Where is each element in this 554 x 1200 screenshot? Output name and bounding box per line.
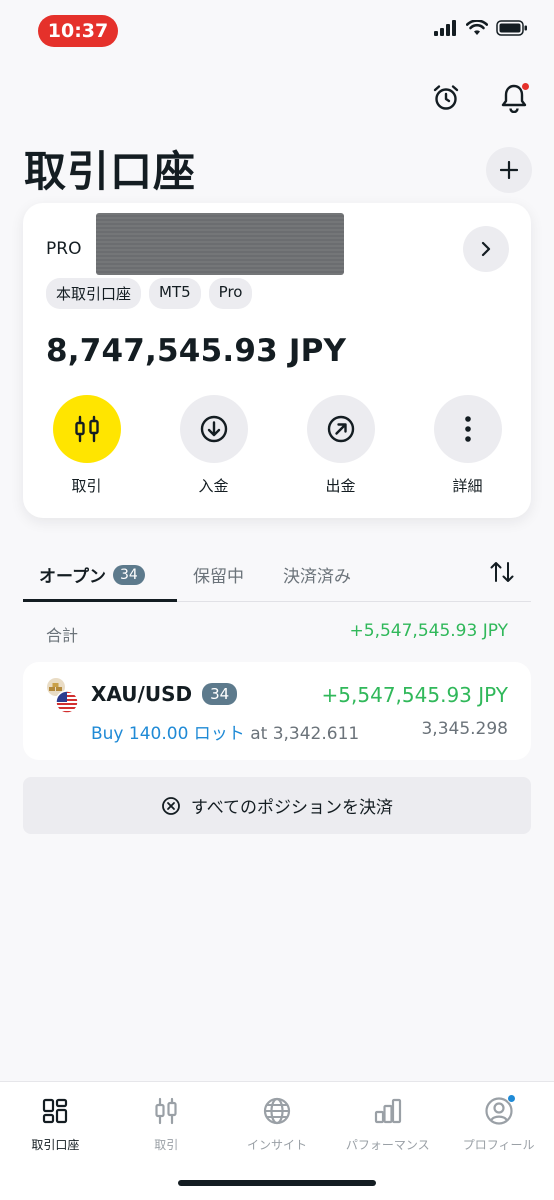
candlestick-icon [74,415,99,443]
nav-trade-label: 取引 [154,1138,179,1152]
us-flag-icon [55,690,79,714]
position-open-price: 3,342.611 [272,724,360,744]
trade-label: 取引 [71,477,102,495]
notifications-button[interactable] [494,78,534,118]
sort-arrows-icon [490,562,514,582]
close-all-positions-button[interactable]: すべてのポジションを決済 [23,777,531,834]
tab-closed-label: 決済済み [283,567,351,587]
nav-accounts-label: 取引口座 [31,1138,80,1152]
account-actions: 取引 入金 出金 詳細 [23,395,531,496]
arrow-down-circle-icon [200,415,227,443]
account-tag: Pro [208,278,253,309]
candlestick-icon [155,1097,177,1125]
alarm-button[interactable] [426,78,466,118]
nav-items: 取引口座 取引 インサイト パフォーマンス プロフィール [0,1094,554,1153]
account-tags: 本取引口座 MT5 Pro [46,278,253,309]
home-indicator [178,1180,376,1186]
withdraw-button[interactable]: 出金 [277,395,404,496]
details-button[interactable]: 詳細 [404,395,531,496]
plus-icon [500,161,518,179]
details-circle [433,395,502,463]
globe-icon [263,1097,291,1125]
nav-trade[interactable]: 取引 [111,1094,222,1153]
position-symbol-group: XAU/USD 34 [91,682,238,706]
nav-profile-icon-wrap [484,1094,516,1128]
nav-profile[interactable]: プロフィール [443,1094,554,1153]
chevron-right-icon [481,241,491,257]
account-tag: MT5 [149,278,201,309]
account-name: PRO [46,239,82,259]
close-circle-icon [162,796,180,815]
cellular-signal-icon [434,20,456,36]
nav-accounts-icon-wrap [41,1094,69,1128]
trade-circle [52,395,121,463]
tab-open[interactable]: オープン 34 [39,562,145,587]
position-current-price: 3,345.298 [421,719,508,739]
position-detail: Buy 140.00 ロット at 3,342.611 [91,719,359,744]
nav-performance-label: パフォーマンス [345,1138,430,1152]
deposit-circle [179,395,248,463]
nav-performance-icon-wrap [373,1094,403,1128]
deposit-button[interactable]: 入金 [150,395,277,496]
close-all-label: すべてのポジションを決済 [190,798,394,818]
position-side-volume: Buy 140.00 ロット [91,724,245,744]
trade-button[interactable]: 取引 [23,395,150,496]
account-card[interactable]: PRO 本取引口座 MT5 Pro 8,747,545.93 JPY 取引 入金… [23,203,531,518]
arrow-up-right-circle-icon [327,415,354,443]
position-profit: +5,547,545.93 JPY [321,683,508,707]
nav-insights-icon-wrap [262,1094,292,1128]
sort-button[interactable] [489,560,515,588]
tab-pending-label: 保留中 [193,567,244,587]
notification-dot [521,82,530,91]
status-time: 10:37 [38,15,118,47]
account-balance: 8,747,545.93 JPY [46,333,347,369]
account-details-button[interactable] [463,226,509,272]
position-count-badge: 34 [202,683,238,705]
status-icons [434,20,528,36]
active-tab-indicator [23,599,177,602]
positions-tabs: オープン 34 保留中 決済済み [23,552,531,602]
more-vertical-icon [464,416,471,442]
withdraw-label: 出金 [325,477,356,495]
position-at-label: at [250,724,268,744]
nav-insights[interactable]: インサイト [222,1094,333,1153]
tab-pending[interactable]: 保留中 [193,562,244,587]
redacted-account-number [96,213,344,275]
nav-profile-label: プロフィール [462,1138,535,1152]
instrument-icon [45,678,79,714]
total-label: 合計 [46,626,79,645]
position-symbol: XAU/USD [91,682,193,706]
nav-insights-label: インサイト [246,1138,307,1152]
nav-accounts[interactable]: 取引口座 [0,1094,111,1153]
accounts-grid-icon [43,1098,68,1124]
bar-chart-icon [374,1098,401,1124]
alarm-clock-icon [433,85,459,110]
add-account-button[interactable] [486,147,532,193]
tab-closed[interactable]: 決済済み [283,562,351,587]
position-row[interactable]: XAU/USD 34 +5,547,545.93 JPY Buy 140.00 … [23,662,531,760]
nav-trade-icon-wrap [152,1094,180,1128]
battery-icon [496,20,527,36]
tab-open-count-badge: 34 [112,564,145,585]
total-profit: +5,547,545.93 JPY [349,621,508,641]
page-title: 取引口座 [24,147,197,196]
details-label: 詳細 [452,477,483,495]
withdraw-circle [306,395,375,463]
account-tag: 本取引口座 [46,278,142,309]
deposit-label: 入金 [198,477,229,495]
wifi-icon [466,20,488,35]
tab-open-label: オープン [39,567,106,587]
nav-performance[interactable]: パフォーマンス [332,1094,443,1153]
profile-notification-dot [506,1094,516,1103]
